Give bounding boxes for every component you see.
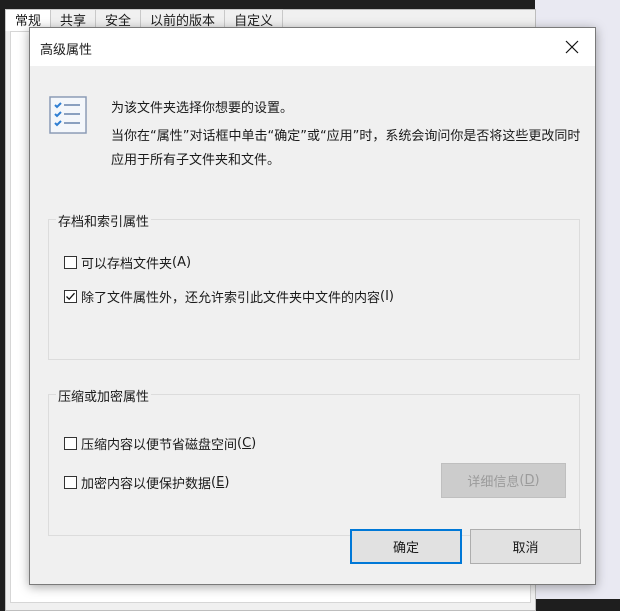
- index-checkbox[interactable]: [64, 290, 77, 303]
- archive-option-label: 可以存档文件夹: [81, 257, 173, 272]
- dialog-titlebar: 高级属性: [30, 28, 595, 66]
- encrypt-checkbox[interactable]: [64, 476, 77, 489]
- compress-encrypt-group: 压缩或加密属性 压缩内容以便节省磁盘空间(C) 加密内容以便保护数据(E) 详细…: [48, 386, 580, 536]
- close-icon: [565, 40, 579, 54]
- archive-option-accel: (A): [172, 255, 192, 270]
- details-accel-key: D: [524, 473, 535, 488]
- close-button[interactable]: [549, 28, 595, 66]
- details-button[interactable]: 详细信息(D): [441, 463, 566, 498]
- dialog-title: 高级属性: [40, 43, 93, 58]
- cancel-button-label: 取消: [512, 541, 539, 556]
- description-heading: 为该文件夹选择你想要的设置。: [111, 101, 294, 116]
- archive-checkbox[interactable]: [64, 256, 77, 269]
- description-text: 当你在“属性”对话框中单击“确定”或“应用”时，系统会询问你是否将这些更改同时应…: [111, 129, 581, 168]
- index-option-accel: (I): [380, 289, 394, 304]
- details-accel-close: ): [534, 473, 540, 488]
- taskbar-strip: [0, 0, 620, 9]
- encrypt-checkbox-row[interactable]: 加密内容以便保护数据(E): [64, 473, 229, 492]
- advanced-attributes-dialog: 高级属性 为该文件夹选择你想要的设置。 当你在“属性”对话框中单击“确定”或“应…: [29, 27, 596, 585]
- compress-group-label: 压缩或加密属性: [56, 386, 152, 405]
- encrypt-option-label: 加密内容以便保护数据: [81, 477, 212, 492]
- cancel-button[interactable]: 取消: [470, 529, 581, 564]
- ok-button-label: 确定: [392, 541, 419, 556]
- compress-accel-close: ): [251, 436, 257, 451]
- checklist-icon: [49, 96, 87, 134]
- compress-checkbox[interactable]: [64, 437, 77, 450]
- compress-accel-key: C: [242, 436, 252, 451]
- archive-checkbox-row[interactable]: 可以存档文件夹 (A): [64, 253, 191, 272]
- dialog-body: 为该文件夹选择你想要的设置。 当你在“属性”对话框中单击“确定”或“应用”时，系…: [30, 66, 595, 584]
- ok-button[interactable]: 确定: [350, 529, 462, 564]
- checkmark-icon: [66, 292, 75, 301]
- index-checkbox-row[interactable]: 除了文件属性外，还允许索引此文件夹中文件的内容 (I): [64, 287, 394, 306]
- index-option-label: 除了文件属性外，还允许索引此文件夹中文件的内容: [81, 291, 381, 306]
- archive-index-group: 存档和索引属性 可以存档文件夹 (A) 除了文件属性外，还允许索引此文件夹中文件的…: [48, 211, 580, 360]
- archive-group-label: 存档和索引属性: [56, 211, 152, 230]
- encrypt-accel-close: ): [224, 475, 230, 490]
- details-button-label: 详细信息: [467, 475, 520, 490]
- encrypt-accel-key: E: [216, 475, 225, 490]
- compress-option-label: 压缩内容以便节省磁盘空间: [81, 438, 238, 453]
- compress-checkbox-row[interactable]: 压缩内容以便节省磁盘空间(C): [64, 434, 256, 453]
